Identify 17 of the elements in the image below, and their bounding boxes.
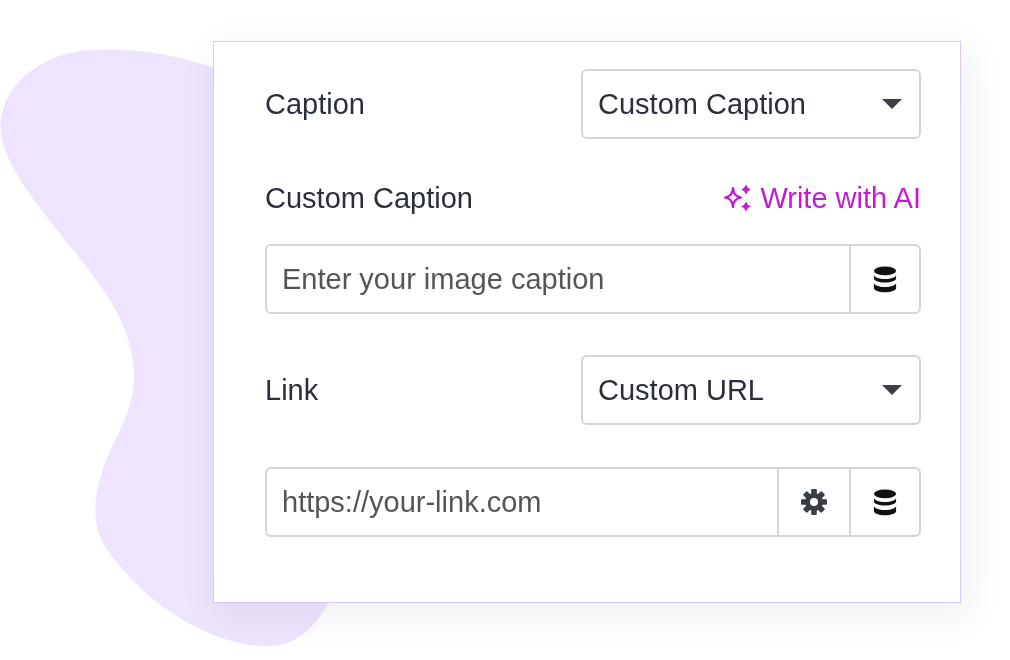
- field-label: Link: [265, 373, 319, 407]
- settings-icon: [801, 489, 827, 515]
- text-input-field[interactable]: https://your-link.com: [265, 467, 777, 537]
- write-with-ai-link[interactable]: Write with AI: [723, 181, 921, 215]
- settings-button[interactable]: [777, 467, 849, 537]
- database-button[interactable]: [849, 467, 921, 537]
- dropdown[interactable]: Custom URL: [581, 355, 921, 425]
- caret-icon: [882, 385, 902, 395]
- sparkle-icon: [723, 184, 752, 212]
- database-icon: [873, 488, 897, 516]
- database-button[interactable]: [849, 244, 921, 314]
- database-icon: [873, 265, 897, 293]
- caret-icon: [882, 99, 902, 109]
- text-input-field[interactable]: Enter your image caption: [265, 244, 849, 314]
- field-label: Caption: [265, 87, 365, 121]
- field-label: Custom Caption: [265, 181, 473, 215]
- dropdown[interactable]: Custom Caption: [581, 69, 921, 139]
